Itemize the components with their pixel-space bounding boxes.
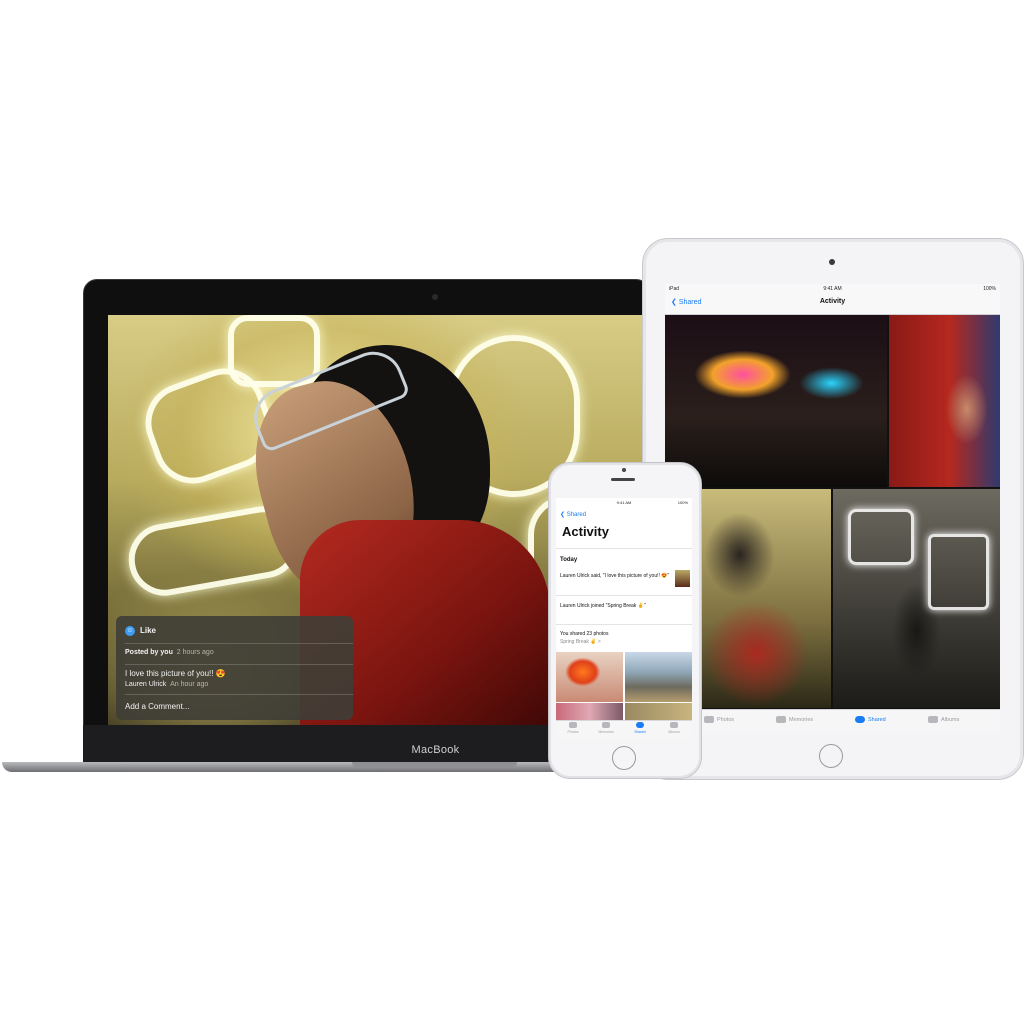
tab-shared[interactable]: Shared xyxy=(855,716,886,723)
shared-photo-ground[interactable] xyxy=(625,703,692,720)
albums-icon xyxy=(928,716,938,723)
ipad-status-bar: iPad 9:41 AM 100% xyxy=(665,284,1000,294)
memories-icon xyxy=(776,716,786,723)
tab-albums[interactable]: Albums xyxy=(663,722,685,734)
macbook-label: MacBook xyxy=(411,744,460,756)
tab-label: Memories xyxy=(598,730,614,734)
back-label: Shared xyxy=(566,512,587,518)
memories-icon xyxy=(602,722,610,728)
back-button[interactable]: ❮ Shared xyxy=(560,511,586,518)
activity-item[interactable]: Lauren Ulrick joined "Spring Break ✌️" xyxy=(560,603,688,610)
tab-shared[interactable]: Shared xyxy=(629,722,651,734)
status-time: 9:41 AM xyxy=(616,500,632,505)
divider xyxy=(125,643,353,644)
status-time: 9:41 AM xyxy=(823,286,842,292)
album-link[interactable]: Spring Break ✌️ > xyxy=(560,639,688,646)
chevron-left-icon: ❮ xyxy=(560,512,567,518)
photos-icon xyxy=(569,722,577,728)
divider xyxy=(125,694,353,695)
activity-item[interactable]: You shared 23 photos xyxy=(560,631,688,638)
cloud-icon xyxy=(636,722,644,728)
tab-label: Shared xyxy=(868,716,886,723)
iphone-home-button[interactable] xyxy=(612,746,636,770)
section-header: Today xyxy=(560,557,578,563)
photo-tile-red-lockers[interactable] xyxy=(889,314,1000,487)
cloud-icon xyxy=(855,716,865,723)
nav-title: Activity xyxy=(819,298,846,305)
photos-icon xyxy=(704,716,714,723)
iphone-status-bar: 9:41 AM 100% xyxy=(556,499,692,507)
photo-tile-neon-silhouette[interactable] xyxy=(833,489,1000,708)
tab-albums[interactable]: Albums xyxy=(928,716,959,723)
shared-photo-umbrella[interactable] xyxy=(556,652,623,702)
posted-by-row: Posted by you 2 hours ago xyxy=(125,649,344,656)
ipad-screen xyxy=(665,284,1000,731)
comment-text: I love this picture of you!! 😍 xyxy=(125,669,226,678)
tab-label: Shared xyxy=(634,730,646,734)
page-title: Activity xyxy=(562,524,609,539)
tab-label: Photos xyxy=(567,730,579,734)
tab-photos[interactable]: Photos xyxy=(562,722,584,734)
divider xyxy=(556,548,692,549)
divider xyxy=(556,624,692,625)
macbook-notch xyxy=(352,762,517,768)
tab-photos[interactable]: Photos xyxy=(704,716,734,723)
tab-label: Memories xyxy=(789,716,814,723)
add-comment-field[interactable]: Add a Comment... xyxy=(125,702,344,711)
posted-by: Posted by you xyxy=(125,649,173,656)
tab-label: Albums xyxy=(668,730,680,734)
activity-thumbnail[interactable] xyxy=(675,570,690,587)
smiley-icon: ☺ xyxy=(125,626,135,636)
comment-time: An hour ago xyxy=(170,681,209,688)
tab-label: Photos xyxy=(717,716,735,723)
posted-time: 2 hours ago xyxy=(176,649,214,656)
tab-memories[interactable]: Memories xyxy=(595,722,617,734)
status-battery: 100% xyxy=(677,500,688,505)
ipad-home-button[interactable] xyxy=(819,744,843,768)
divider xyxy=(556,595,692,596)
comment-panel: ☺ Like Posted by you 2 hours ago I love t… xyxy=(116,616,353,720)
albums-icon xyxy=(670,722,678,728)
like-label: Like xyxy=(140,626,157,636)
photo-tile-neon-street[interactable] xyxy=(665,314,887,487)
tab-memories[interactable]: Memories xyxy=(776,716,813,723)
shared-photo-rooftop[interactable] xyxy=(625,652,692,702)
divider xyxy=(125,664,353,665)
like-row[interactable]: ☺ Like xyxy=(125,626,344,636)
iphone-speaker xyxy=(611,478,635,481)
macbook-camera xyxy=(432,294,438,300)
activity-item[interactable]: Lauren Ulrick said, "I love this picture… xyxy=(560,573,670,580)
tab-label: Albums xyxy=(941,716,960,723)
iphone-camera xyxy=(622,468,626,472)
ipad-camera xyxy=(829,259,835,265)
status-battery: 100% xyxy=(983,286,996,292)
comment-author: Lauren Ulrick xyxy=(125,681,167,688)
comment-meta-row: Lauren Ulrick An hour ago xyxy=(125,681,344,688)
shared-photo-street[interactable] xyxy=(556,703,623,720)
